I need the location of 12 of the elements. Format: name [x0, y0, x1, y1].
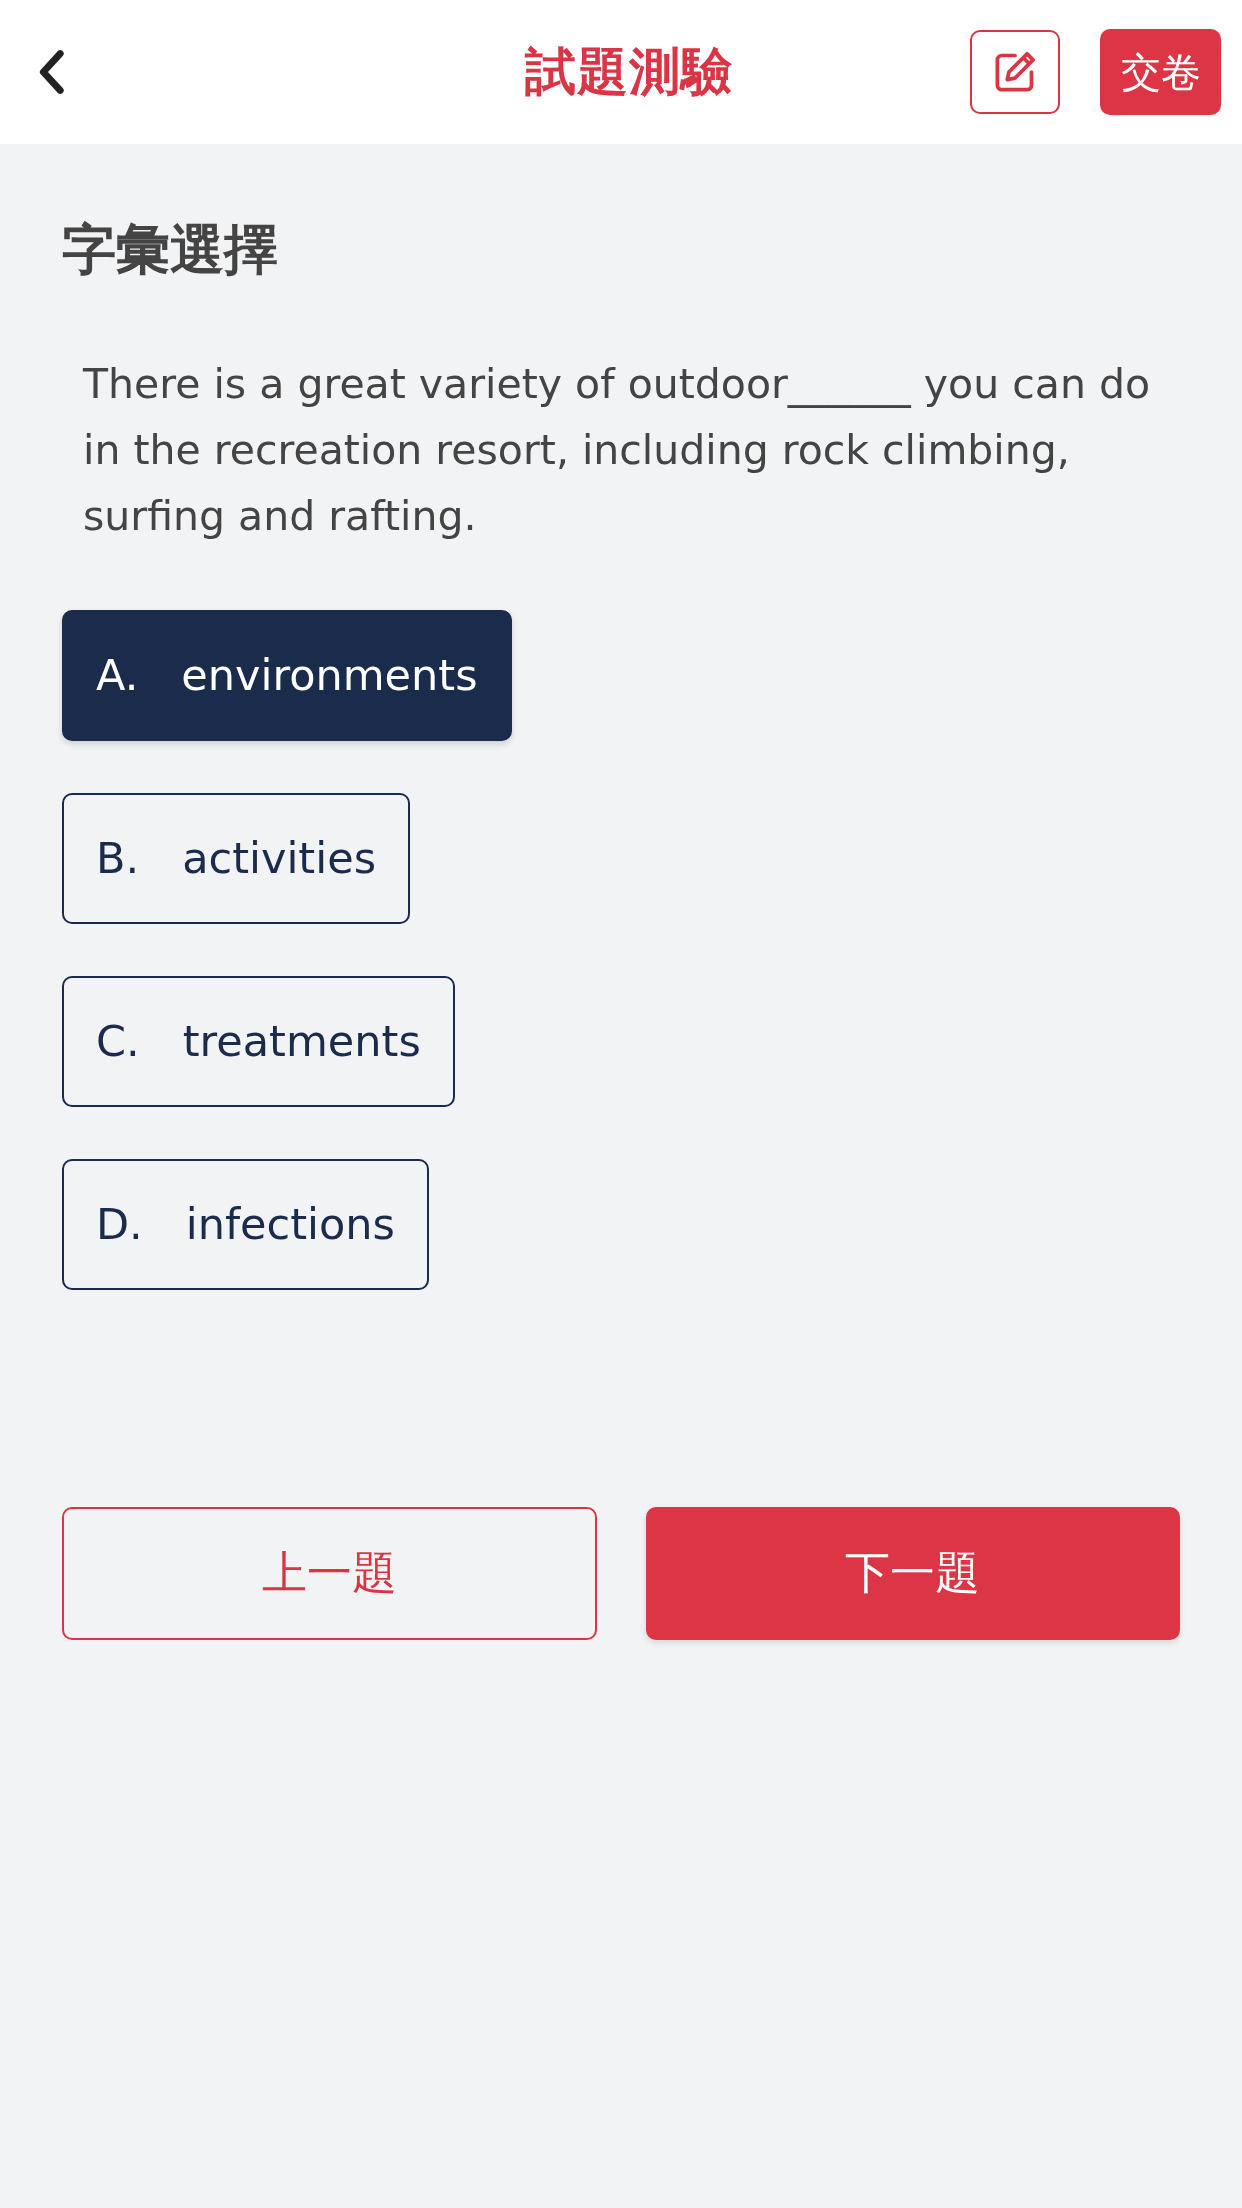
answer-option[interactable]: B. activities [62, 792, 411, 924]
section-title: 字彙選擇 [62, 218, 279, 283]
pencil-icon [993, 50, 1037, 94]
answer-option[interactable]: D. infections [62, 1158, 429, 1290]
next-button[interactable]: 下一題 [645, 1506, 1180, 1640]
answer-option[interactable]: C. treatments [62, 975, 455, 1107]
answer-option[interactable]: A. environments [62, 609, 512, 741]
previous-button[interactable]: 上一題 [62, 1506, 597, 1640]
page-title: 試題測驗 [524, 40, 733, 103]
question-text: There is a great variety of outdoor______ you can do in the recreation resort, including rock climbing, surfing and rafting. [82, 358, 1152, 542]
edit-button[interactable] [970, 30, 1060, 114]
submit-button[interactable]: 交卷 [1100, 29, 1221, 115]
